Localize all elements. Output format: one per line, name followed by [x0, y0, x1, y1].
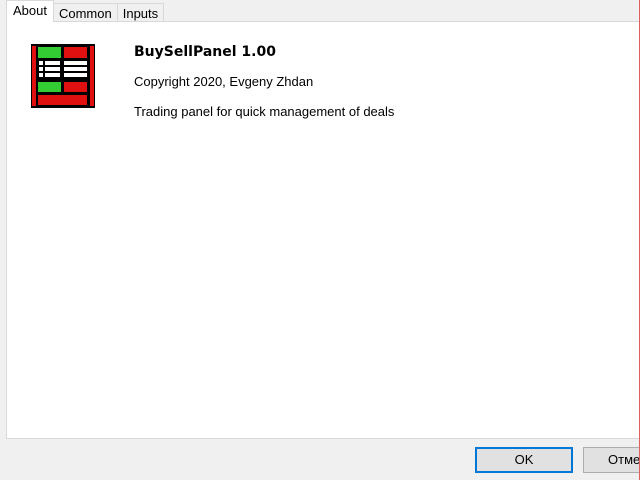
copyright-text: Copyright 2020, Evgeny Zhdan	[134, 74, 314, 89]
tab-strip: About Common Inputs	[6, 0, 165, 22]
expert-title: BuySellPanel 1.00	[134, 44, 276, 60]
tab-about[interactable]: About	[6, 0, 54, 22]
tab-common[interactable]: Common	[52, 3, 118, 22]
buysellpanel-app-icon	[31, 44, 95, 108]
tab-inputs[interactable]: Inputs	[116, 3, 165, 22]
about-pane: BuySellPanel 1.00 Copyright 2020, Evgeny…	[6, 21, 640, 439]
ok-button[interactable]: OK	[475, 447, 573, 473]
properties-dialog: About Common Inputs BuySellPanel 1.00 Co…	[0, 0, 640, 480]
description-text: Trading panel for quick management of de…	[134, 104, 395, 119]
cancel-button[interactable]: Отме	[583, 447, 640, 473]
